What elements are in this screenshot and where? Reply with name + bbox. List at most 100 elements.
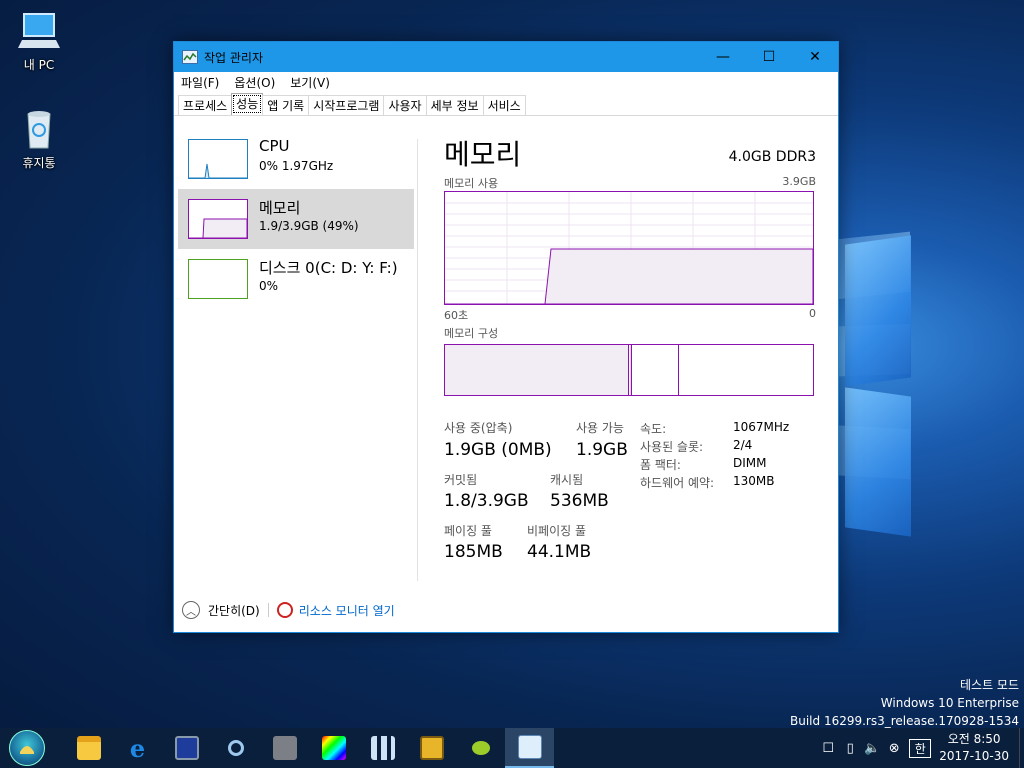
tab-details[interactable]: 세부 정보 [425, 95, 484, 115]
recycle-bin-icon [18, 108, 60, 150]
taskbar-green-app[interactable] [456, 728, 505, 768]
open-resource-monitor-link[interactable]: 리소스 모니터 열기 [299, 602, 395, 619]
graph-axis-right: 0 [809, 307, 816, 320]
desktop-icon-label: 내 PC [23, 58, 55, 72]
maximize-icon: ☐ [762, 49, 776, 65]
menu-bar: 파일(F) 옵션(O) 보기(V) [174, 72, 838, 92]
memory-composition-bar [444, 344, 814, 396]
usage-graph-max: 3.9GB [782, 175, 816, 188]
slots-label: 사용된 슬롯: [640, 440, 704, 454]
task-manager-window: 작업 관리자 — ☐ ✕ 파일(F) 옵션(O) 보기(V) 프로세스 성능 앱… [173, 41, 839, 633]
desktop-icon-label: 휴지통 [22, 156, 56, 170]
taskbar-r-app[interactable] [407, 728, 456, 768]
search-magnifier-icon [227, 740, 244, 756]
tab-startup[interactable]: 시작프로그램 [308, 95, 385, 115]
clock-date: 2017-10-30 [939, 749, 1009, 763]
notification-icon[interactable]: ☐ [817, 741, 839, 756]
resource-sidebar: CPU 0% 1.97GHz 메모리 1.9/3.9GB (49%) 디스크 0… [178, 129, 414, 309]
desktop-icon-my-pc[interactable]: 내 PC [7, 10, 71, 73]
form-factor-value: DIMM [733, 456, 767, 470]
sidebar-item-disk[interactable]: 디스크 0(C: D: Y: F:) 0% [178, 249, 414, 309]
task-manager-icon [517, 735, 542, 759]
taskbar: e ☐ ▯ 🔈 ⊗ 한 오전 8:50 2017-10-30 [0, 728, 1024, 768]
cached-label: 캐시됨 [550, 473, 584, 487]
sidebar-item-cpu[interactable]: CPU 0% 1.97GHz [178, 129, 414, 189]
graph-axis-left: 60초 [444, 309, 469, 322]
taskbar-file-explorer[interactable] [64, 728, 113, 768]
test-mode-watermark: 테스트 모드 Windows 10 Enterprise Build 16299… [790, 676, 1019, 730]
green-app-icon [471, 741, 490, 755]
robot-app-icon [272, 736, 297, 760]
sidebar-item-name: 메모리 [259, 199, 301, 217]
menu-file[interactable]: 파일(F) [181, 74, 226, 91]
start-button[interactable] [0, 728, 54, 768]
memory-thumbnail-graph [188, 199, 248, 239]
sidebar-item-memory[interactable]: 메모리 1.9/3.9GB (49%) [178, 189, 414, 249]
memory-spec: 4.0GB DDR3 [728, 149, 816, 165]
watermark-line: 테스트 모드 [959, 678, 1019, 692]
speed-value: 1067MHz [733, 420, 790, 434]
page-title: 메모리 [444, 138, 522, 171]
mute-x-icon[interactable]: ⊗ [883, 741, 905, 756]
form-factor-label: 폼 팩터: [640, 458, 681, 472]
resource-monitor-icon [276, 602, 293, 618]
nonpaged-pool-value: 44.1MB [527, 542, 592, 562]
menu-view[interactable]: 보기(V) [290, 74, 337, 91]
taskbar-robot-app[interactable] [260, 728, 309, 768]
composition-standby [633, 345, 679, 395]
composition-in-use [445, 345, 629, 395]
usage-graph-label: 메모리 사용 [444, 177, 499, 190]
memory-usage-area [445, 248, 813, 304]
watermark-line: Windows 10 Enterprise [880, 696, 1019, 710]
ime-indicator[interactable]: 한 [909, 738, 932, 758]
minimize-button[interactable]: — [700, 42, 746, 72]
tab-strip: 프로세스 성능 앱 기록 시작프로그램 사용자 세부 정보 서비스 [174, 92, 838, 116]
file-explorer-icon [76, 736, 101, 760]
close-button[interactable]: ✕ [792, 42, 838, 72]
tab-users[interactable]: 사용자 [383, 95, 427, 115]
windows-logo-pane [845, 387, 911, 537]
tab-processes[interactable]: 프로세스 [178, 95, 233, 115]
panel-divider [417, 139, 418, 581]
in-use-label: 사용 중(압축) [444, 421, 513, 435]
desktop-icon-recycle-bin[interactable]: 휴지통 [7, 108, 71, 171]
taskbar-task-manager[interactable] [505, 728, 554, 768]
clock-time: 오전 8:50 [947, 732, 1001, 746]
fewer-details-link[interactable]: 간단히(D) [208, 602, 260, 619]
volume-icon[interactable]: 🔈 [861, 741, 883, 756]
available-value: 1.9GB [576, 440, 628, 460]
taskbar-internet-explorer[interactable]: e [113, 728, 162, 768]
available-label: 사용 가능 [576, 421, 624, 435]
minimize-icon: — [716, 49, 730, 65]
hardware-reserved-value: 130MB [733, 474, 775, 488]
taskbar-color-app[interactable] [309, 728, 358, 768]
hardware-reserved-label: 하드웨어 예약: [640, 476, 715, 490]
composition-label: 메모리 구성 [444, 327, 499, 340]
in-use-value: 1.9GB (0MB) [444, 440, 552, 460]
composition-modified [630, 345, 632, 395]
paged-pool-label: 페이징 풀 [444, 524, 492, 538]
windows-logo-pane [845, 235, 911, 387]
tab-services[interactable]: 서비스 [482, 95, 526, 115]
taskbar-search-app[interactable] [211, 728, 260, 768]
committed-value: 1.8/3.9GB [444, 491, 529, 511]
taskbar-save-app[interactable] [162, 728, 211, 768]
cached-value: 536MB [550, 491, 609, 511]
tab-app-history[interactable]: 앱 기록 [262, 95, 310, 115]
tab-performance[interactable]: 성능 [231, 93, 264, 115]
maximize-button[interactable]: ☐ [746, 42, 792, 72]
taskbar-network-app[interactable] [358, 728, 407, 768]
sidebar-item-sub: 1.9/3.9GB (49%) [259, 219, 359, 233]
footer-bar: ︿ 간단히(D) 리소스 모니터 열기 [182, 601, 395, 619]
speed-label: 속도: [640, 422, 667, 436]
footer-separator [267, 603, 269, 617]
system-tray: ☐ ▯ 🔈 ⊗ 한 오전 8:50 2017-10-30 [817, 728, 1024, 768]
title-bar[interactable]: 작업 관리자 — ☐ ✕ [174, 42, 838, 72]
clock[interactable]: 오전 8:50 2017-10-30 [931, 731, 1019, 765]
chevron-up-icon[interactable]: ︿ [182, 601, 200, 619]
usb-icon[interactable]: ▯ [839, 741, 861, 756]
menu-options[interactable]: 옵션(O) [234, 74, 282, 91]
sidebar-item-sub: 0% [259, 279, 279, 293]
show-desktop-button[interactable] [1019, 728, 1024, 768]
slots-value: 2/4 [733, 438, 753, 452]
